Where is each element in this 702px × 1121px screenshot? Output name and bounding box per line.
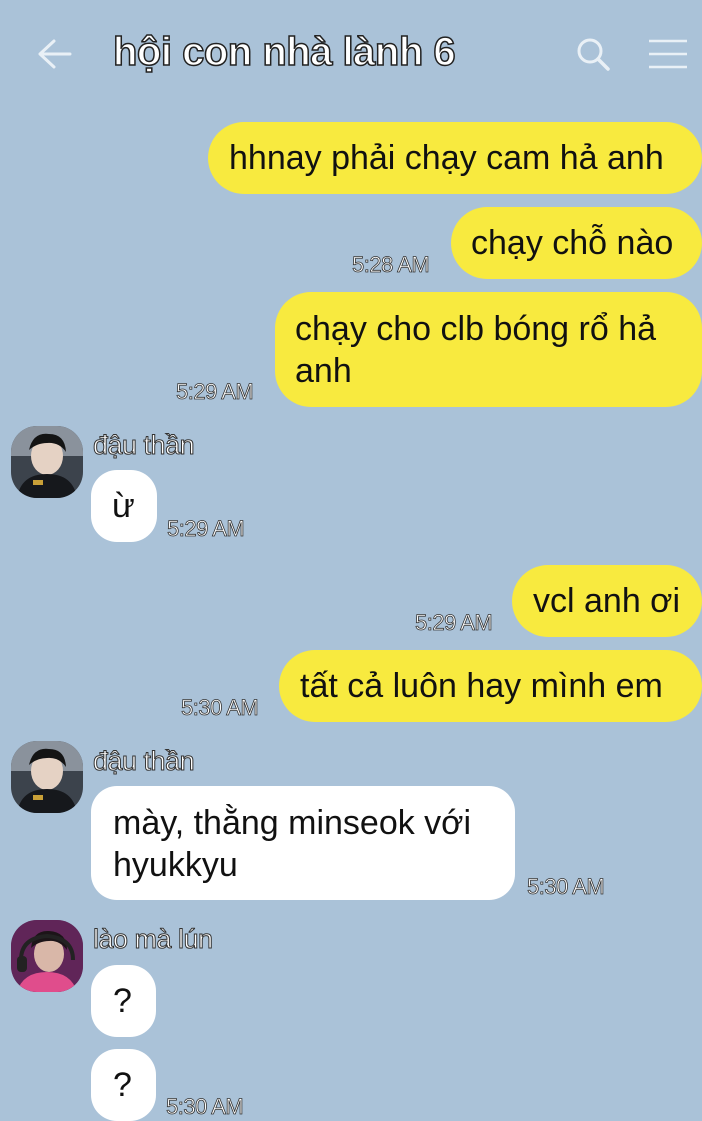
avatar[interactable] — [11, 741, 83, 813]
message-text: vcl anh ơi — [533, 582, 681, 620]
message-time: 5:30 AM — [181, 695, 260, 721]
their-message-bubble[interactable]: ? — [91, 1049, 156, 1121]
message-text: chạy chỗ nào — [471, 224, 674, 262]
sender-name: đậu thần — [92, 746, 195, 777]
my-message-bubble[interactable]: chạy cho clb bóng rổ hả anh — [275, 292, 702, 407]
message-text-line: anh — [295, 352, 352, 390]
message-text: ừ — [112, 487, 135, 525]
avatar[interactable] — [11, 426, 83, 498]
message-time: 5:29 AM — [176, 379, 255, 405]
hamburger-menu-icon[interactable] — [646, 36, 690, 72]
chat-title: hội con nhà lành 6 — [112, 29, 456, 75]
message-time: 5:28 AM — [352, 252, 431, 278]
sender-name: đậu thần — [92, 430, 195, 461]
message-text-line: hyukkyu — [113, 846, 238, 884]
their-message-bubble[interactable]: ừ — [91, 470, 157, 542]
message-time: 5:30 AM — [166, 1094, 245, 1120]
avatar[interactable] — [11, 920, 83, 992]
message-text: ? — [113, 1066, 132, 1104]
sender-name: lào mà lún — [93, 924, 214, 955]
message-time: 5:29 AM — [167, 516, 246, 542]
message-text: tất cả luôn hay mình em — [300, 667, 663, 705]
arrow-left-icon[interactable] — [36, 38, 72, 70]
message-text: hhnay phải chạy cam hả anh — [229, 139, 664, 177]
avatar-photo — [11, 741, 83, 813]
search-icon[interactable] — [574, 35, 612, 73]
my-message-bubble[interactable]: vcl anh ơi — [512, 565, 702, 637]
message-text-line: mày, thằng minseok với — [113, 804, 472, 842]
my-message-bubble[interactable]: chạy chỗ nào — [451, 207, 702, 279]
their-message-bubble[interactable]: ? — [91, 965, 156, 1037]
chat-header: hội con nhà lành 6 — [0, 0, 702, 110]
avatar-photo — [11, 426, 83, 498]
message-text: ? — [113, 982, 132, 1020]
my-message-bubble[interactable]: hhnay phải chạy cam hả anh — [208, 122, 702, 194]
my-message-bubble[interactable]: tất cả luôn hay mình em — [279, 650, 702, 722]
message-text-line: chạy cho clb bóng rổ hả — [295, 310, 657, 348]
avatar-photo — [11, 920, 83, 992]
message-time: 5:30 AM — [527, 874, 606, 900]
their-message-bubble[interactable]: mày, thằng minseok với hyukkyu — [91, 786, 515, 900]
message-time: 5:29 AM — [415, 610, 494, 636]
